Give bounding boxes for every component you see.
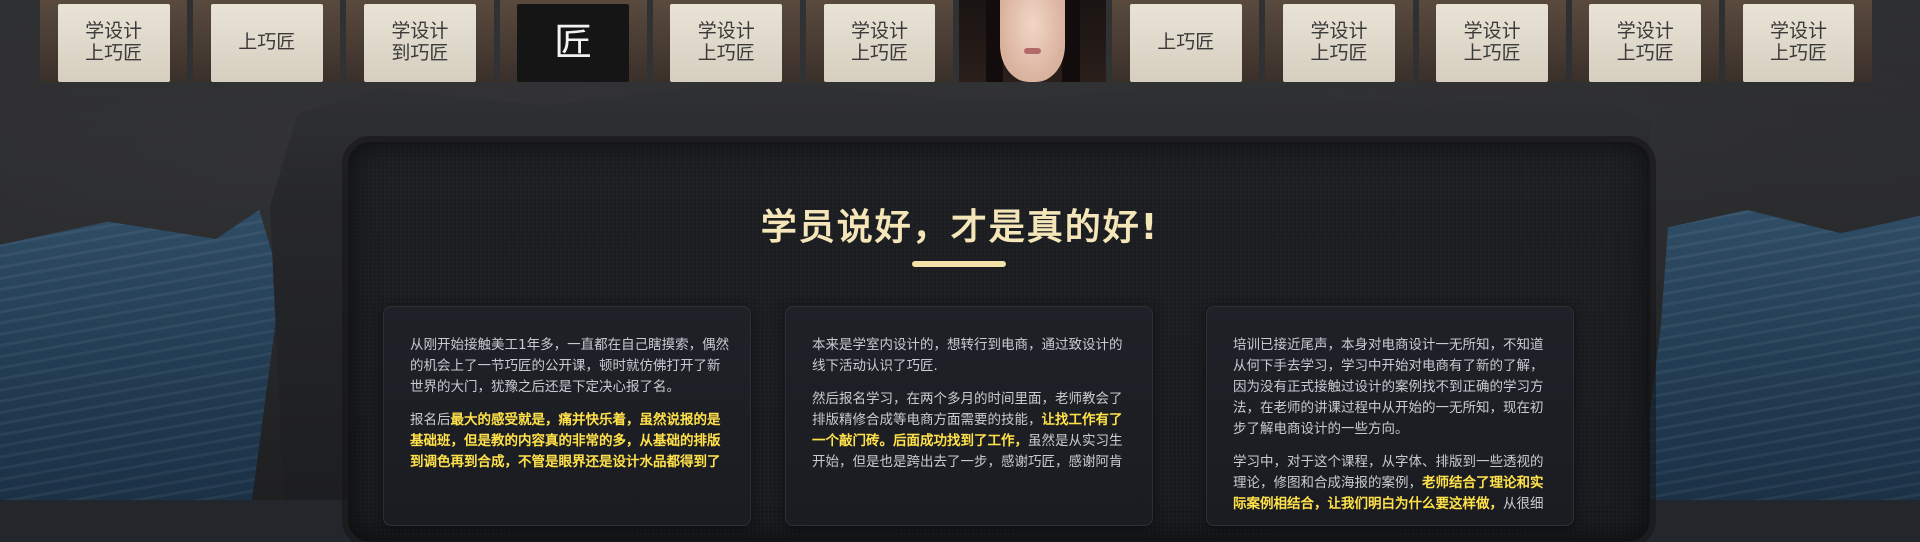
student-photo-2: 上巧匠 xyxy=(193,0,341,82)
sign-text: 上巧匠 xyxy=(1769,42,1827,64)
sign-text: 学设计 xyxy=(85,20,143,43)
testimonial-paragraph: 从刚开始接触美工1年多，一直都在自己瞎摸索，偶然的机会上了一节巧匠的公开课，顿时… xyxy=(410,335,730,398)
handwritten-sign: 学设计 上巧匠 xyxy=(1742,4,1855,82)
sign-text: 学设计 xyxy=(1769,20,1827,43)
sign-text: 学设计 xyxy=(1463,20,1521,43)
sign-text: 上巧匠 xyxy=(697,42,755,64)
testimonial-card-3: 培训已接近尾声，本身对电商设计一无所知，不知道从何下手去学习，学习中开始对电商有… xyxy=(1206,306,1574,526)
sign-text: 上巧匠 xyxy=(1616,42,1674,64)
student-photo-12: 学设计 上巧匠 xyxy=(1724,0,1873,82)
sign-text: 上巧匠 xyxy=(850,42,908,64)
highlighted-text: 最大的感受就是，痛并快乐着，虽然说报的是基础班，但是教的内容真的非常的多，从基础… xyxy=(410,412,721,470)
sign-text: 上巧匠 xyxy=(85,42,143,64)
sign-text: 上巧匠 xyxy=(1310,42,1368,64)
body-text: 从很细 xyxy=(1503,496,1544,512)
body-text: 从刚开始接触美工1年多，一直都在自己瞎摸索，偶然的机会上了一节巧匠的公开课，顿时… xyxy=(410,337,730,395)
body-text: 培训已接近尾声，本身对电商设计一无所知，不知道从何下手去学习，学习中开始对电商有… xyxy=(1233,337,1544,437)
student-photo-5: 学设计 上巧匠 xyxy=(652,0,800,82)
sign-text: 学设计 xyxy=(391,20,449,43)
testimonial-card-2: 本来是学室内设计的，想转行到电商，通过致设计的线下活动认识了巧匠. 然后报名学习，… xyxy=(785,306,1153,526)
sign-text: 到巧匠 xyxy=(391,42,449,64)
student-photo-10: 学设计 上巧匠 xyxy=(1418,0,1566,82)
student-photo-9: 学设计 上巧匠 xyxy=(1265,0,1413,82)
handwritten-sign: 学设计 上巧匠 xyxy=(1589,4,1702,82)
handwritten-sign: 学设计 到巧匠 xyxy=(364,4,476,82)
student-photo-6: 学设计 上巧匠 xyxy=(805,0,954,82)
student-photo-3: 学设计 到巧匠 xyxy=(346,0,494,82)
handwritten-sign: 学设计 上巧匠 xyxy=(1283,4,1395,82)
section-title: 学员说好，才是真的好! xyxy=(760,207,1160,248)
title-underline xyxy=(912,261,1006,267)
sign-text: 上巧匠 xyxy=(1157,31,1215,54)
handwritten-sign: 上巧匠 xyxy=(1129,4,1242,82)
sign-text: 学设计 xyxy=(1616,20,1674,43)
testimonial-card-1: 从刚开始接触美工1年多，一直都在自己瞎摸索，偶然的机会上了一节巧匠的公开课，顿时… xyxy=(383,306,751,526)
testimonial-paragraph: 报名后最大的感受就是，痛并快乐着，虽然说报的是基础班，但是教的内容真的非常的多，… xyxy=(410,410,730,473)
portrait-face xyxy=(1000,0,1065,82)
sign-text: 上巧匠 xyxy=(238,31,296,54)
handwritten-sign: 上巧匠 xyxy=(210,4,323,82)
portrait-face xyxy=(1023,48,1042,54)
handwritten-sign: 学设计 上巧匠 xyxy=(57,4,170,82)
student-photo-8: 上巧匠 xyxy=(1112,0,1260,82)
testimonial-paragraph: 本来是学室内设计的，想转行到电商，通过致设计的线下活动认识了巧匠. xyxy=(812,335,1132,377)
testimonial-paragraph: 然后报名学习，在两个多月的时间里面，老师教会了排版精修合成等电商方面需要的技能，… xyxy=(812,389,1132,473)
handwritten-sign: 学设计 上巧匠 xyxy=(1436,4,1549,82)
body-text: 本来是学室内设计的，想转行到电商，通过致设计的线下活动认识了巧匠. xyxy=(812,337,1123,374)
student-photo-7 xyxy=(959,0,1107,82)
sign-text: 学设计 xyxy=(1310,20,1368,43)
testimonial-paragraph: 学习中，对于这个课程，从字体、排版到一些透视的理论，修图和合成海报的案例，老师结… xyxy=(1233,452,1553,515)
student-photo-strip: 学设计 上巧匠 上巧匠 学设计 到巧匠匠学设计 上巧匠 学设计 上巧匠 上巧匠 学设计 上巧匠 学设计… xyxy=(40,0,1873,82)
handwritten-sign: 学设计 上巧匠 xyxy=(670,4,783,82)
handwritten-sign: 匠 xyxy=(517,4,630,82)
sign-text: 学设计 xyxy=(697,20,755,43)
sign-text: 学设计 xyxy=(850,20,908,43)
body-text: 报名后 xyxy=(410,412,451,428)
sign-text: 匠 xyxy=(554,20,593,65)
student-photo-1: 学设计 上巧匠 xyxy=(40,0,188,82)
student-photo-11: 学设计 上巧匠 xyxy=(1571,0,1719,82)
handwritten-sign: 学设计 上巧匠 xyxy=(823,4,936,82)
testimonial-paragraph: 培训已接近尾声，本身对电商设计一无所知，不知道从何下手去学习，学习中开始对电商有… xyxy=(1233,335,1553,440)
student-photo-4: 匠 xyxy=(499,0,647,82)
sign-text: 上巧匠 xyxy=(1463,42,1521,64)
